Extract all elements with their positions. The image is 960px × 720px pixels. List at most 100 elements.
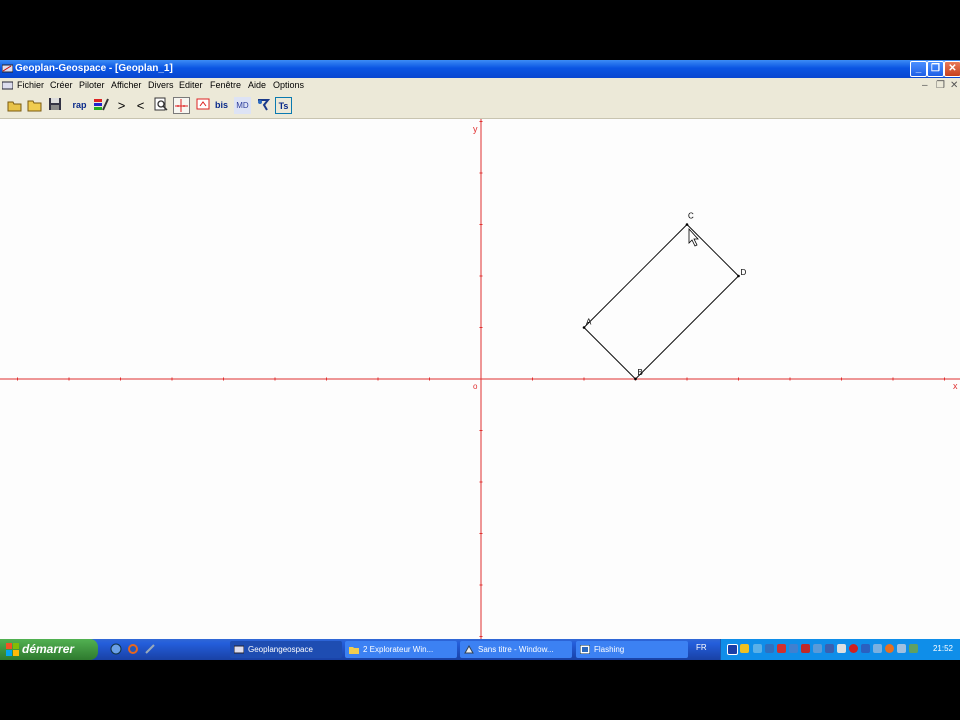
point-label-C: C [688, 212, 694, 221]
toolbar: rap > < bis MD Ts [0, 93, 960, 119]
quadrilateral [583, 224, 739, 380]
segment-BD [635, 275, 739, 380]
tray-stop-icon[interactable] [849, 644, 858, 653]
quicklaunch-network-icon[interactable] [110, 643, 122, 655]
segment-CA [583, 224, 688, 328]
maximize-button[interactable]: ❐ [927, 61, 944, 77]
next-button[interactable]: > [113, 97, 130, 114]
point-label-B: B [638, 368, 643, 377]
open-file-button[interactable] [26, 97, 43, 114]
tray-monitor-icon[interactable] [825, 644, 834, 653]
tray-speaker-icon[interactable] [837, 644, 846, 653]
point-C [685, 223, 689, 226]
menu-fichier[interactable]: Fichier [17, 80, 44, 90]
menu-aide[interactable]: Aide [248, 80, 266, 90]
tray-network-icon[interactable] [753, 644, 762, 653]
tray-sync-icon[interactable] [813, 644, 822, 653]
clock: 21:52 [932, 644, 953, 653]
rap-button[interactable]: rap [71, 97, 88, 114]
quicklaunch-app-icon[interactable] [144, 643, 156, 655]
point-label-A: A [586, 318, 592, 327]
menu-divers[interactable]: Divers [148, 80, 174, 90]
menu-fenetre[interactable]: Fenêtre [210, 80, 241, 90]
magnifier-page-icon [154, 97, 168, 111]
tray-display-icon[interactable] [789, 644, 798, 653]
tray-record-icon[interactable] [801, 644, 810, 653]
tray-shield-icon[interactable] [740, 644, 749, 653]
new-folder-icon [7, 101, 22, 112]
bis-button[interactable]: bis [213, 97, 230, 114]
new-file-button[interactable] [6, 97, 23, 114]
start-button[interactable]: démarrer [0, 639, 98, 660]
save-button[interactable] [46, 97, 63, 114]
task-explorateur[interactable]: 2 Explorateur Win... [345, 641, 457, 658]
menu-afficher[interactable]: Afficher [111, 80, 141, 90]
menu-options[interactable]: Options [273, 80, 304, 90]
task-sans-titre[interactable]: Sans titre - Window... [460, 641, 572, 658]
tray-app-icon[interactable] [727, 644, 738, 655]
palette-pencil-icon [93, 98, 109, 111]
wand-icon [258, 99, 271, 111]
floppy-icon [48, 98, 61, 110]
trace-button[interactable] [255, 97, 272, 114]
tray-settings-icon[interactable] [897, 644, 906, 653]
point-A [582, 326, 586, 329]
segment-DC [686, 224, 739, 277]
md-button[interactable]: MD [234, 97, 251, 114]
ts-button[interactable]: Ts [275, 97, 292, 114]
document-icon [2, 81, 13, 90]
window-title: Geoplan-Geospace - [Geoplan_1] [15, 63, 173, 74]
frame-icon [196, 98, 209, 110]
paint-icon [464, 645, 474, 654]
tray-misc-icon[interactable] [909, 644, 918, 653]
previous-button[interactable]: < [132, 97, 149, 114]
menu-creer[interactable]: Créer [50, 80, 73, 90]
menu-bar: Fichier Créer Piloter Afficher Divers Ed… [0, 78, 960, 93]
geometry-figure[interactable]: A B C D x y o [0, 119, 960, 639]
flashing-app-icon [580, 645, 590, 654]
close-button[interactable]: ✕ [944, 61, 960, 77]
points: A B C D [582, 212, 747, 381]
task-label: Geoplangeospace [248, 645, 313, 654]
window-title-bar[interactable]: Geoplan-Geospace - [Geoplan_1] _ ❐ ✕ [0, 60, 960, 78]
taskbar: démarrer Geoplangeospace 2 Explorateur W… [0, 639, 960, 660]
task-label: Sans titre - Window... [478, 645, 554, 654]
tray-volume-icon[interactable] [765, 644, 774, 653]
task-flashing[interactable]: Flashing [576, 641, 688, 658]
open-folder-icon [27, 100, 42, 112]
restore-icon: ❐ [931, 63, 940, 74]
firefox-icon[interactable] [127, 643, 139, 655]
language-indicator[interactable]: FR [696, 643, 707, 652]
start-label: démarrer [22, 642, 75, 656]
point-D [737, 274, 740, 278]
drawing-canvas[interactable]: A B C D x y o [0, 119, 960, 639]
menu-editer[interactable]: Editer [179, 80, 203, 90]
app-icon [2, 64, 13, 73]
minimize-button[interactable]: _ [910, 61, 927, 77]
origin-label: o [473, 382, 478, 391]
mdi-minimize-icon[interactable]: – [922, 80, 928, 91]
axes-toggle-button[interactable] [173, 97, 190, 114]
axes [0, 119, 960, 639]
task-geoplangeospace[interactable]: Geoplangeospace [230, 641, 342, 658]
tray-bluetooth-icon[interactable] [861, 644, 870, 653]
menu-piloter[interactable]: Piloter [79, 80, 105, 90]
tray-antivirus-icon[interactable] [777, 644, 786, 653]
y-axis-label: y [473, 124, 478, 134]
task-label: 2 Explorateur Win... [363, 645, 434, 654]
axes-icon [175, 99, 188, 112]
mdi-restore-icon[interactable]: ❐ [936, 80, 945, 91]
task-label: Flashing [594, 645, 625, 654]
tray-firefox-icon[interactable] [885, 644, 894, 653]
folder-icon [349, 647, 359, 654]
point-B [634, 377, 637, 381]
chevron-left-icon: < [136, 98, 145, 113]
segment-AB [583, 327, 636, 380]
tray-connection-icon[interactable] [873, 644, 882, 653]
zoom-button[interactable] [152, 97, 169, 114]
frame-button[interactable] [194, 97, 211, 114]
style-button[interactable] [92, 97, 109, 114]
geoplan-task-icon [234, 645, 244, 654]
chevron-right-icon: > [117, 98, 126, 113]
mdi-close-icon[interactable]: ✕ [950, 80, 958, 91]
